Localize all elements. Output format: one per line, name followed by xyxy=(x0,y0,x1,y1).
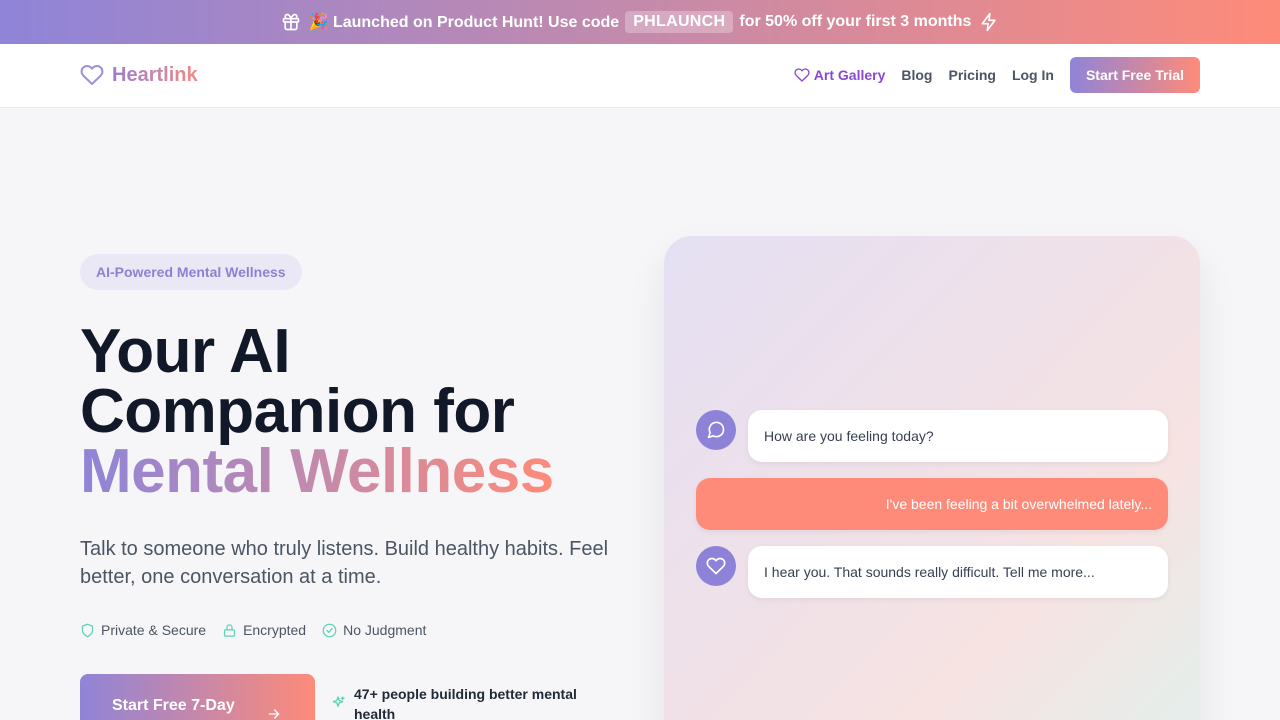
trust-item-private: Private & Secure xyxy=(80,622,206,638)
chat-preview-card: How are you feeling today? I've been fee… xyxy=(664,236,1200,720)
trust-item-no-judgment: No Judgment xyxy=(322,622,426,638)
hero-badge: AI-Powered Mental Wellness xyxy=(80,254,302,290)
promo-banner: 🎉 Launched on Product Hunt! Use code PHL… xyxy=(0,0,1280,44)
zap-icon xyxy=(979,12,999,32)
social-proof-text: 47+ people building better mental health xyxy=(354,686,577,720)
shield-icon xyxy=(81,623,94,637)
heart-icon xyxy=(80,65,104,85)
brand-name: Heartlink xyxy=(112,63,198,86)
check-circle-icon xyxy=(322,623,337,637)
lock-icon xyxy=(223,623,236,637)
main-nav: Art Gallery Blog Pricing Log In Start Fr… xyxy=(794,57,1200,93)
trust-item-encrypted: Encrypted xyxy=(222,622,306,638)
trust-label: No Judgment xyxy=(343,622,427,638)
promo-text: 🎉 Launched on Product Hunt! Use code xyxy=(308,14,620,31)
nav-blog[interactable]: Blog xyxy=(901,67,932,83)
site-header: Heartlink Art Gallery Blog Pricing Log I… xyxy=(0,44,1280,108)
trust-label: Encrypted xyxy=(243,622,307,638)
promo-text-after: for 50% off your first 3 months xyxy=(739,13,972,30)
trust-badges: Private & Secure Encrypted No Judgment xyxy=(80,622,442,638)
nav-pricing[interactable]: Pricing xyxy=(948,67,995,83)
ai-avatar xyxy=(696,546,736,586)
trust-label: Private & Secure xyxy=(101,622,207,638)
chat-message-ai: I hear you. That sounds really difficult… xyxy=(748,546,1168,598)
headline-line-1: Your AI xyxy=(80,317,291,386)
arrow-right-icon xyxy=(268,709,280,719)
message-circle-icon xyxy=(707,421,725,439)
hero-headline: Your AI Companion for Mental Wellness xyxy=(80,317,554,506)
headline-line-2: Companion for xyxy=(80,377,515,446)
chat-message-user: I've been feeling a bit overwhelmed late… xyxy=(696,478,1168,530)
nav-art-gallery[interactable]: Art Gallery xyxy=(794,67,886,83)
start-free-7-day-button[interactable]: Start Free 7-Day xyxy=(80,674,315,720)
heart-icon xyxy=(794,68,810,82)
sparkles-icon xyxy=(332,696,345,707)
promo-code: PHLAUNCH xyxy=(625,11,734,33)
headline-gradient: Mental Wellness xyxy=(80,437,554,506)
social-proof: 47+ people building better mental health xyxy=(330,684,620,720)
nav-login[interactable]: Log In xyxy=(1012,67,1054,83)
gift-icon xyxy=(281,12,301,32)
start-button-label: Start Free 7-Day xyxy=(112,697,235,714)
chat-message-ai: How are you feeling today? xyxy=(748,410,1168,462)
hero-subhead: Talk to someone who truly listens. Build… xyxy=(80,538,609,588)
logo[interactable]: Heartlink xyxy=(80,63,198,87)
nav-art-gallery-label: Art Gallery xyxy=(813,67,886,83)
heart-icon xyxy=(706,557,726,575)
ai-avatar xyxy=(696,410,736,450)
start-free-trial-button[interactable]: Start Free Trial xyxy=(1069,57,1200,93)
